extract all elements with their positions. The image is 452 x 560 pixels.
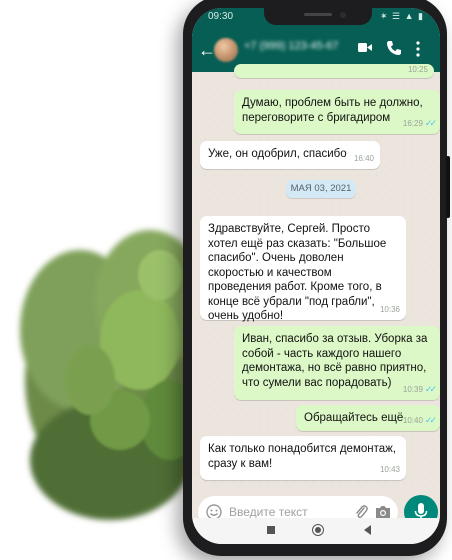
- message-text: Здравствуйте, Сергей. Просто хотел ещё р…: [208, 223, 387, 322]
- message-bubble-outgoing[interactable]: Обращайтесь ещё 10:40 ✓✓: [296, 405, 440, 431]
- double-check-icon: ✓✓: [424, 414, 437, 425]
- message-time: 16:29: [402, 118, 423, 128]
- message-time: 16:40: [353, 153, 374, 163]
- status-time: 09:30: [208, 11, 234, 22]
- message-bubble-incoming[interactable]: Уже, он одобрил, спасибо 16:40: [200, 141, 380, 169]
- message-text: Уже, он одобрил, спасибо: [208, 148, 347, 160]
- phone-screen: 09:30 ✶ ☰ ▲ ▮ ← +7 (999) 123-45-67 10:25…: [192, 8, 440, 544]
- system-nav-bar: [192, 518, 440, 544]
- message-text: Обращайтесь ещё: [304, 412, 404, 424]
- message-bubble-outgoing[interactable]: 10:25: [234, 64, 434, 78]
- message-input-placeholder[interactable]: Введите текст: [229, 505, 308, 519]
- message-meta: 10:39 ✓✓: [402, 382, 437, 398]
- message-time: 10:25: [407, 64, 428, 74]
- camera-icon[interactable]: [375, 505, 391, 519]
- message-time: 10:40: [402, 415, 423, 425]
- message-bubble-incoming[interactable]: Здравствуйте, Сергей. Просто хотел ещё р…: [200, 216, 406, 322]
- back-icon[interactable]: [364, 525, 371, 535]
- speaker: [304, 13, 332, 16]
- chat-area[interactable]: 10:25 Думаю, проблем быть не должно, пер…: [192, 64, 440, 490]
- message-time: 10:36: [379, 304, 400, 314]
- message-meta: 10:40 ✓✓: [402, 413, 437, 429]
- message-meta: 16:29 ✓✓: [402, 116, 437, 132]
- front-camera: [340, 12, 346, 18]
- phone-frame: 09:30 ✶ ☰ ▲ ▮ ← +7 (999) 123-45-67 10:25…: [183, 0, 450, 556]
- message-text: Как только понадобится демонтаж, сразу к…: [208, 443, 397, 470]
- message-time: 10:43: [379, 464, 400, 474]
- message-bubble-incoming[interactable]: Как только понадобится демонтаж, сразу к…: [200, 436, 406, 480]
- recents-icon[interactable]: [267, 526, 275, 534]
- voice-call-icon[interactable]: [386, 40, 402, 56]
- message-bubble-outgoing[interactable]: Иван, спасибо за отзыв. Уборка за собой …: [234, 326, 440, 400]
- message-time: 10:39: [402, 384, 423, 394]
- double-check-icon: ✓✓: [424, 117, 437, 128]
- more-menu-icon[interactable]: [416, 41, 420, 57]
- phone-side-button: [446, 156, 450, 218]
- date-separator: МАЯ 03, 2021: [286, 180, 356, 198]
- avatar[interactable]: [214, 38, 238, 62]
- video-call-icon[interactable]: [358, 42, 372, 53]
- message-bubble-outgoing[interactable]: Думаю, проблем быть не должно, переговор…: [234, 90, 440, 134]
- message-text: Иван, спасибо за отзыв. Уборка за собой …: [242, 333, 428, 389]
- contact-name[interactable]: +7 (999) 123-45-67: [244, 40, 338, 52]
- status-icons: ✶ ☰ ▲ ▮: [380, 11, 424, 21]
- notch: [264, 8, 372, 25]
- double-check-icon: ✓✓: [424, 383, 437, 394]
- home-icon[interactable]: [312, 524, 324, 536]
- message-text: Думаю, проблем быть не должно, переговор…: [242, 97, 423, 124]
